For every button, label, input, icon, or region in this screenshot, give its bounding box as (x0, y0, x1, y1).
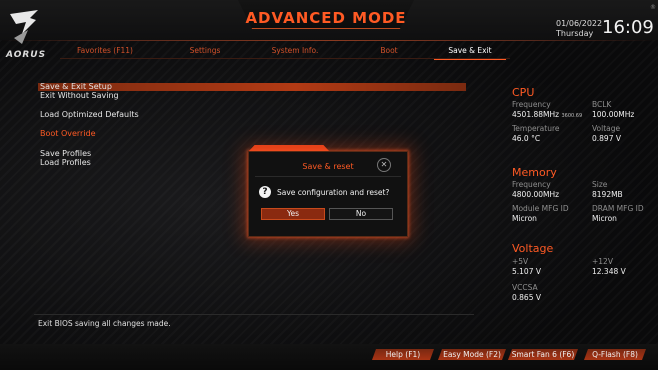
menu-item-load-profiles[interactable]: Load Profiles (40, 158, 91, 167)
brand-logo-text: AORUS (6, 50, 47, 60)
close-icon[interactable]: ✕ (377, 158, 391, 172)
date: 01/06/2022 (556, 19, 603, 28)
vccsa-value: 0.865 V (512, 293, 541, 302)
v5-value: 5.107 V (512, 267, 541, 276)
v12-label: +12V (592, 257, 613, 266)
cpu-temperature-value: 46.0 °C (512, 134, 541, 143)
date-display: 01/06/2022 Thursday (556, 19, 602, 39)
aorus-logo-icon (10, 10, 38, 44)
memory-size-value: 8192MB (592, 190, 623, 199)
page-title: ADVANCED MODE (245, 9, 407, 27)
memory-size-label: Size (592, 180, 608, 189)
dialog-divider (255, 176, 401, 177)
question-icon: ? (259, 186, 271, 198)
tab-system-info[interactable]: System Info. (250, 44, 340, 58)
section-header-boot-override: Boot Override (40, 129, 96, 138)
tab-underline (60, 58, 510, 59)
module-mfg-value: Micron (512, 214, 537, 223)
menu-item-exit-without-saving[interactable]: Exit Without Saving (40, 91, 119, 100)
clock: 16:09 (602, 17, 654, 38)
menu-item-save-profiles[interactable]: Save Profiles (40, 149, 91, 158)
help-description: Exit BIOS saving all changes made. (38, 319, 171, 328)
cpu-voltage-value: 0.897 V (592, 134, 621, 143)
smart-fan-button[interactable]: Smart Fan 6 (F6) (508, 349, 578, 360)
registered-mark: ® (650, 4, 656, 11)
memory-frequency-label: Frequency (512, 180, 551, 189)
tab-boot[interactable]: Boot (344, 44, 434, 58)
no-button[interactable]: No (329, 208, 393, 220)
cpu-frequency-value: 4501.88MHz 3600.69 (512, 110, 582, 119)
cpu-frequency-main: 4501.88MHz (512, 110, 560, 119)
cpu-bclk-value: 100.00MHz (592, 110, 635, 119)
header: AORUS ADVANCED MODE 01/06/2022 Thursday … (0, 0, 658, 60)
help-button[interactable]: Help (F1) (372, 349, 434, 360)
menu-item-load-optimized-defaults[interactable]: Load Optimized Defaults (40, 110, 139, 119)
dram-mfg-value: Micron (592, 214, 617, 223)
cpu-title: CPU (512, 86, 535, 99)
cpu-temperature-label: Temperature (512, 124, 560, 133)
help-divider (34, 314, 474, 315)
save-reset-dialog: Save & reset ✕ ? Save configuration and … (248, 151, 408, 237)
easy-mode-button[interactable]: Easy Mode (F2) (438, 349, 506, 360)
cpu-voltage-label: Voltage (592, 124, 621, 133)
v5-label: +5V (512, 257, 529, 266)
tab-favorites[interactable]: Favorites (F11) (60, 44, 150, 58)
dialog-message: Save configuration and reset? (277, 188, 390, 197)
tab-settings[interactable]: Settings (160, 44, 250, 58)
yes-button[interactable]: Yes (261, 208, 325, 220)
cpu-frequency-sub: 3600.69 (561, 113, 583, 119)
cpu-frequency-label: Frequency (512, 100, 551, 109)
weekday: Thursday (556, 29, 594, 38)
menu-item-save-exit-setup[interactable]: Save & Exit Setup (40, 82, 112, 91)
vccsa-label: VCCSA (512, 283, 538, 292)
memory-frequency-value: 4800.00MHz (512, 190, 560, 199)
module-mfg-label: Module MFG ID (512, 204, 569, 213)
header-divider (0, 40, 658, 41)
memory-title: Memory (512, 166, 557, 179)
dram-mfg-label: DRAM MFG ID (592, 204, 644, 213)
cpu-bclk-label: BCLK (592, 100, 612, 109)
qflash-button[interactable]: Q-Flash (F8) (584, 349, 646, 360)
voltage-title: Voltage (512, 242, 554, 255)
v12-value: 12.348 V (592, 267, 626, 276)
